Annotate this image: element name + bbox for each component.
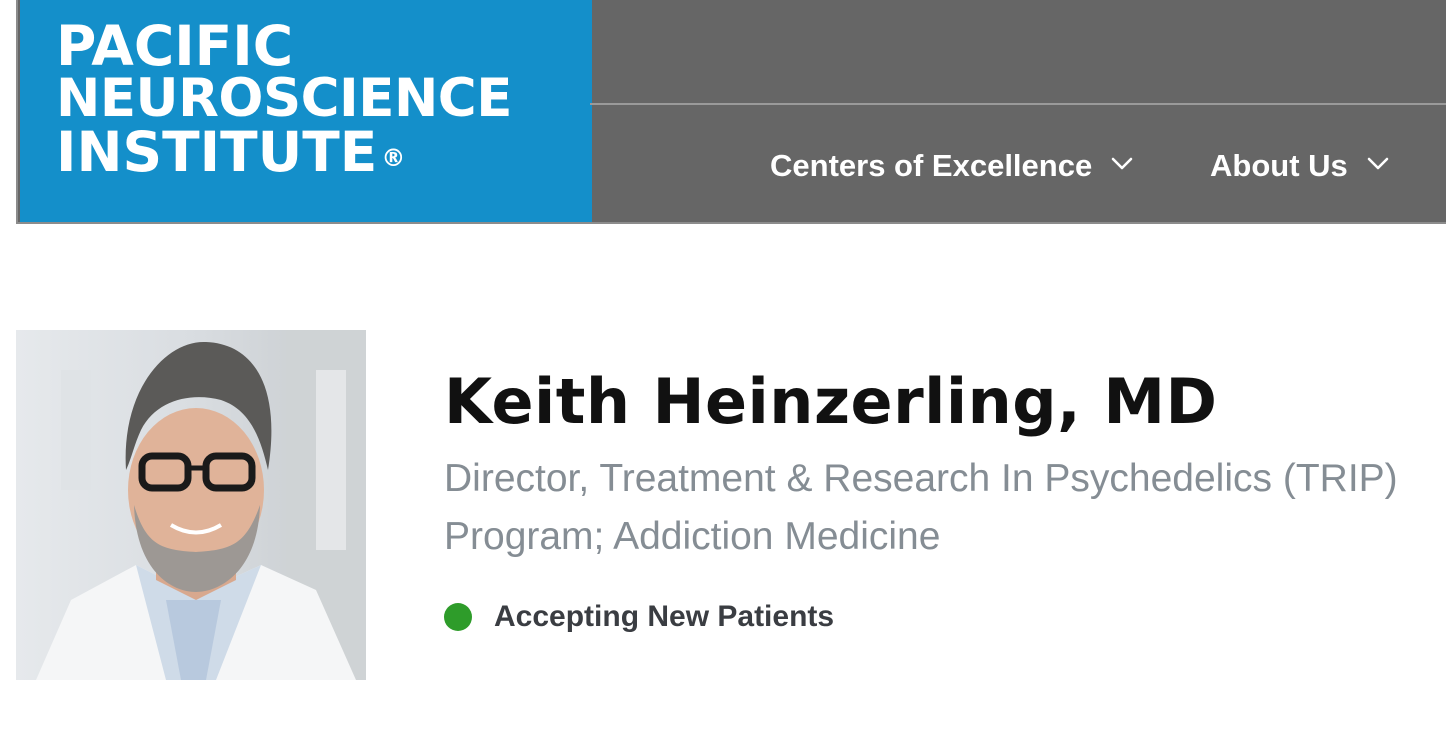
registered-mark: ®: [381, 144, 406, 172]
chevron-down-icon: [1111, 157, 1133, 170]
status-dot-icon: [444, 603, 472, 631]
chevron-down-icon: [1367, 157, 1389, 170]
accepting-patients-status: Accepting New Patients: [444, 597, 834, 637]
header-divider: [590, 103, 1446, 105]
doctor-name: Keith Heinzerling, MD: [444, 365, 1218, 438]
doctor-title: Director, Treatment & Research In Psyche…: [444, 457, 1398, 558]
logo-line-2: NEUROSCIENCE: [56, 68, 512, 129]
logo-line-1: PACIFIC: [56, 14, 294, 78]
logo-line-3: INSTITUTE ®: [56, 124, 405, 180]
doctor-photo: [16, 330, 366, 680]
nav-centers-of-excellence[interactable]: Centers of Excellence: [770, 140, 1134, 192]
site-header: PACIFIC NEUROSCIENCE INSTITUTE ® Centers …: [16, 0, 1446, 224]
site-logo[interactable]: PACIFIC NEUROSCIENCE INSTITUTE ®: [20, 0, 592, 222]
logo-line-3-text: INSTITUTE: [56, 120, 378, 184]
nav-label-about: About Us: [1210, 148, 1348, 183]
status-label: Accepting New Patients: [494, 600, 835, 633]
nav-label-centers: Centers of Excellence: [770, 148, 1093, 183]
doctor-portrait: [16, 330, 366, 680]
nav-about-us[interactable]: About Us: [1210, 140, 1390, 192]
